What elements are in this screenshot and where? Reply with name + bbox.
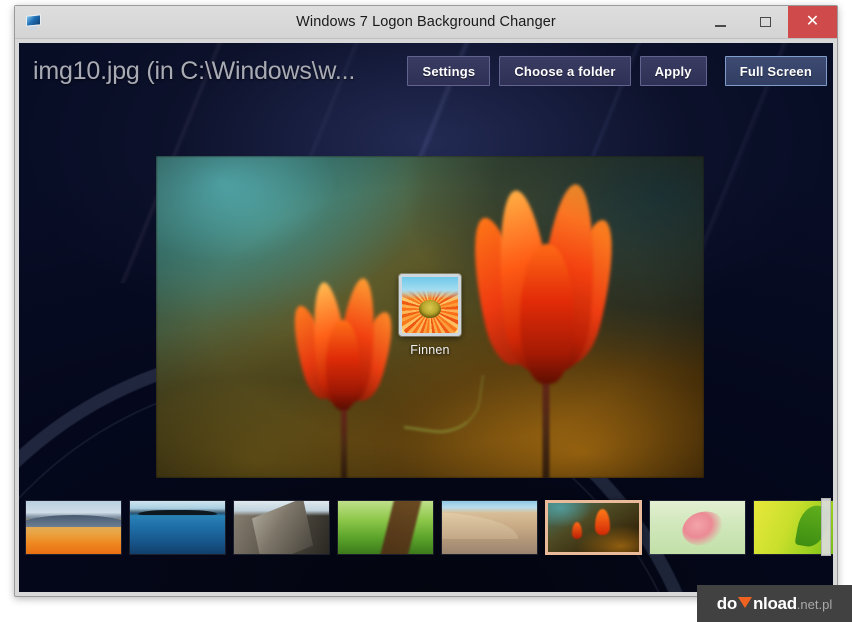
thumbnail-desert-hills[interactable]	[25, 500, 122, 555]
settings-button[interactable]: Settings	[407, 56, 490, 86]
application-window: Windows 7 Logon Background Changer ✕ img…	[14, 5, 838, 597]
user-name-label: Finnen	[410, 343, 449, 357]
watermark: do nload .net.pl	[697, 585, 852, 622]
window-controls: ✕	[698, 6, 837, 38]
user-tile: Finnen	[399, 274, 461, 357]
avatar-sky-band	[402, 277, 458, 299]
thumbnail-scrollbar[interactable]	[821, 498, 831, 556]
close-button[interactable]: ✕	[788, 6, 837, 38]
thumbnail-tulips[interactable]	[545, 500, 642, 555]
preview-image[interactable]: Finnen	[156, 156, 704, 478]
toolbar: img10.jpg (in C:\Windows\w... Settings C…	[19, 43, 833, 99]
watermark-brand-start: do	[717, 594, 737, 614]
close-icon: ✕	[806, 14, 819, 30]
thumbnail-green-field[interactable]	[337, 500, 434, 555]
watermark-logo: do nload .net.pl	[717, 594, 832, 614]
gerbera-center-icon	[419, 300, 441, 318]
current-file-label: img10.jpg (in C:\Windows\w...	[33, 57, 398, 86]
avatar[interactable]	[399, 274, 461, 336]
thumbnail-sand-dune[interactable]	[441, 500, 538, 555]
maximize-button[interactable]	[743, 6, 788, 38]
download-arrow-icon	[738, 597, 752, 608]
thumbnail-strip[interactable]	[19, 496, 833, 558]
monitor-icon	[23, 11, 45, 33]
full-screen-button[interactable]: Full Screen	[725, 56, 827, 86]
maximize-icon	[760, 17, 771, 27]
watermark-tld: .net.pl	[797, 597, 832, 612]
apply-button[interactable]: Apply	[640, 56, 707, 86]
watermark-brand-end: nload	[753, 594, 797, 614]
thumbnail-ocean-blue[interactable]	[129, 500, 226, 555]
logon-preview-area: img10.jpg (in C:\Windows\w... Settings C…	[19, 43, 833, 592]
thumbnail-rocky-coast[interactable]	[233, 500, 330, 555]
minimize-icon	[715, 25, 726, 27]
title-bar: Windows 7 Logon Background Changer ✕	[15, 6, 837, 39]
choose-folder-button[interactable]: Choose a folder	[499, 56, 630, 86]
thumbnail-pink-orchid[interactable]	[649, 500, 746, 555]
minimize-button[interactable]	[698, 6, 743, 38]
